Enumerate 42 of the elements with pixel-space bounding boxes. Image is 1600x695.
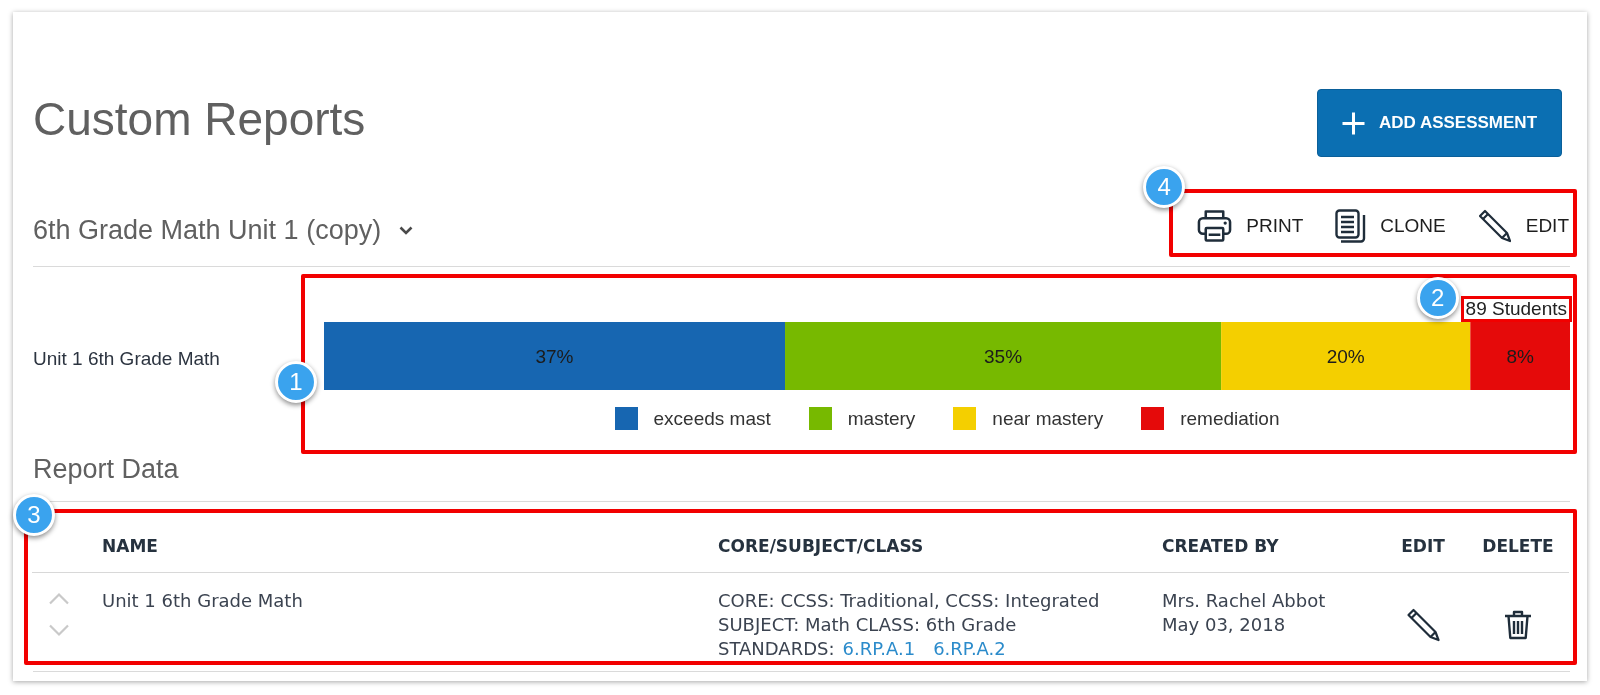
- plus-icon: [1341, 111, 1365, 135]
- section-heading: Report Data: [33, 454, 180, 484]
- column-header: DELETE: [1482, 536, 1554, 556]
- standards-label: STANDARDS:: [718, 637, 835, 661]
- value-label: 37%: [535, 346, 574, 367]
- column-header: CORE/SUBJECT/CLASS: [718, 536, 924, 556]
- legend-label: remediation: [1180, 407, 1280, 430]
- clone-button[interactable]: CLONE: [1335, 209, 1446, 243]
- value-label: 20%: [1326, 346, 1365, 367]
- value-label: 35%: [984, 346, 1023, 367]
- page-title: Custom Reports: [33, 92, 366, 147]
- report-dropdown[interactable]: 6th Grade Math Unit 1 (copy): [33, 214, 414, 246]
- subject-class-text: SUBJECT: Math CLASS: 6th Grade: [718, 613, 1018, 637]
- trash-icon: [1503, 610, 1533, 640]
- value-label: 8%: [1506, 346, 1534, 367]
- edit-button[interactable]: [1405, 608, 1441, 642]
- delete-button[interactable]: [1503, 610, 1533, 640]
- documents-icon: [1335, 209, 1367, 243]
- creator-name: Mrs. Rachel Abbot: [1162, 589, 1327, 613]
- chevron-down-icon: [399, 225, 414, 235]
- column-header: CREATED BY: [1162, 536, 1279, 556]
- legend-label: mastery: [847, 407, 916, 430]
- legend-label: exceeds mast: [653, 407, 771, 430]
- standard-link[interactable]: 6.RP.A.1: [842, 637, 916, 661]
- callout-badge: 1: [275, 361, 317, 403]
- core-text: CORE: CCSS: Traditional, CCSS: Integrated: [718, 589, 1101, 613]
- assessment-name: Unit 1 6th Grade Math: [102, 590, 303, 611]
- legend-label: near mastery: [992, 407, 1104, 430]
- callout-badge: 3: [13, 494, 55, 536]
- print-button[interactable]: PRINT: [1197, 209, 1304, 243]
- add-assessment-button[interactable]: ADD ASSESSMENT: [1317, 89, 1562, 157]
- printer-icon: [1197, 209, 1233, 243]
- category-label: Unit 1 6th Grade Math: [33, 347, 221, 369]
- standard-link[interactable]: 6.RP.A.2: [933, 637, 1006, 661]
- created-date: May 03, 2018: [1162, 613, 1287, 637]
- pencil-icon: [1477, 209, 1512, 243]
- column-header: EDIT: [1401, 536, 1445, 556]
- pencil-icon: [1405, 608, 1441, 642]
- edit-button[interactable]: EDIT: [1477, 209, 1569, 243]
- student-count: 89 Students: [1465, 299, 1567, 319]
- column-header: NAME: [102, 536, 158, 556]
- callout-badge: 4: [1143, 166, 1186, 208]
